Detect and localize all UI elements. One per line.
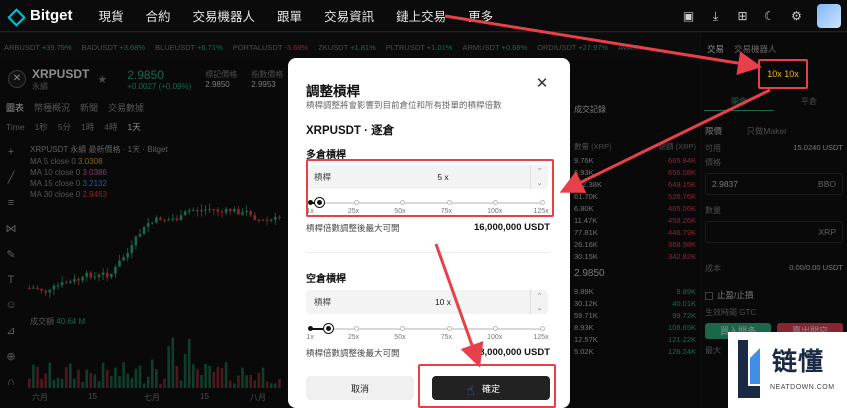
nav-item-bots[interactable]: 交易機器人 [193, 6, 256, 25]
moon-icon[interactable]: ☾ [763, 9, 776, 23]
qr-icon[interactable]: ⊞ [736, 9, 749, 23]
slider-track [310, 328, 542, 330]
slider-tick-label: 75x [440, 334, 452, 341]
short-leverage-value: 10 x [434, 297, 452, 307]
bitget-logo-icon [10, 9, 26, 23]
hand-cursor-icon: ☝ [466, 382, 475, 398]
brand-logo[interactable]: Bitget [10, 7, 73, 24]
short-leverage-slider[interactable]: 1x 25x 50x 75x 100x 125x [306, 320, 549, 342]
brand-name: Bitget [30, 7, 73, 24]
slider-tick-label: 50x [394, 334, 406, 341]
short-leverage-title: 空倉槓桿 [306, 274, 346, 285]
slider-tick[interactable] [446, 326, 452, 331]
cancel-button[interactable]: 取消 [306, 376, 414, 400]
annotation-long-box [306, 159, 554, 217]
dialog-title: 調整槓桿 [306, 84, 360, 99]
top-nav: Bitget 現貨 合約 交易機器人 跟單 交易資訊 鏈上交易 更多 ▣ ⤓ ⊞… [0, 0, 847, 32]
slider-tick-label: 125x [533, 334, 549, 341]
short-leverage-stepper[interactable]: ⌃ ⌄ [530, 290, 548, 314]
nav-item-spot[interactable]: 現貨 [99, 6, 124, 25]
watermark-logo [738, 340, 760, 398]
dialog-subtitle: 槓桿調整將會影響到目前倉位和所有掛單的槓桿倍數 [306, 100, 502, 110]
slider-tick-label: 25x [347, 334, 360, 341]
watermark: 链懂 NEATDOWN.COM [728, 332, 847, 408]
gear-icon[interactable]: ⚙ [790, 9, 803, 23]
nav-item-onchain[interactable]: 鏈上交易 [396, 6, 446, 25]
short-max-row: 槓桿倍數調整後最大可開 8,000,000 USDT [306, 347, 550, 358]
leverage-button[interactable]: 10x 10x [758, 59, 808, 89]
annotation-confirm-box [418, 364, 556, 408]
watermark-sub: NEATDOWN.COM [770, 384, 835, 391]
slider-tick-label: 100x [487, 334, 503, 341]
slider-tick[interactable] [400, 326, 406, 331]
slider-tick-label: 1x [306, 334, 314, 341]
watermark-text: 链懂 [772, 347, 825, 376]
slider-tick[interactable] [539, 326, 545, 331]
adjust-leverage-dialog: 調整槓桿 槓桿調整將會影響到目前倉位和所有掛單的槓桿倍數 ✕ XRPUSDT ·… [288, 58, 570, 408]
nav-item-copy[interactable]: 跟單 [277, 6, 302, 25]
slider-tick[interactable] [493, 326, 499, 331]
section-divider [306, 252, 550, 253]
avatar[interactable] [817, 4, 841, 28]
download-icon[interactable]: ⤓ [709, 9, 722, 23]
nav-item-more[interactable]: 更多 [468, 6, 493, 25]
nav-item-info[interactable]: 交易資訊 [324, 6, 374, 25]
slider-tick[interactable] [307, 326, 313, 331]
wallet-icon[interactable]: ▣ [682, 9, 695, 23]
short-max-value: 8,000,000 USDT [479, 347, 550, 358]
dialog-pair: XRPUSDT · 逐倉 [306, 125, 395, 137]
long-max-row: 槓桿倍數調整後最大可開 16,000,000 USDT [306, 222, 550, 233]
long-max-value: 16,000,000 USDT [473, 222, 550, 233]
close-icon[interactable]: ✕ [535, 76, 549, 91]
nav-item-futures[interactable]: 合約 [146, 6, 171, 25]
slider-tick[interactable] [353, 326, 359, 331]
short-slider-thumb[interactable] [324, 324, 334, 333]
short-leverage-input[interactable]: 槓桿 10 x ⌃ ⌄ [306, 290, 548, 314]
